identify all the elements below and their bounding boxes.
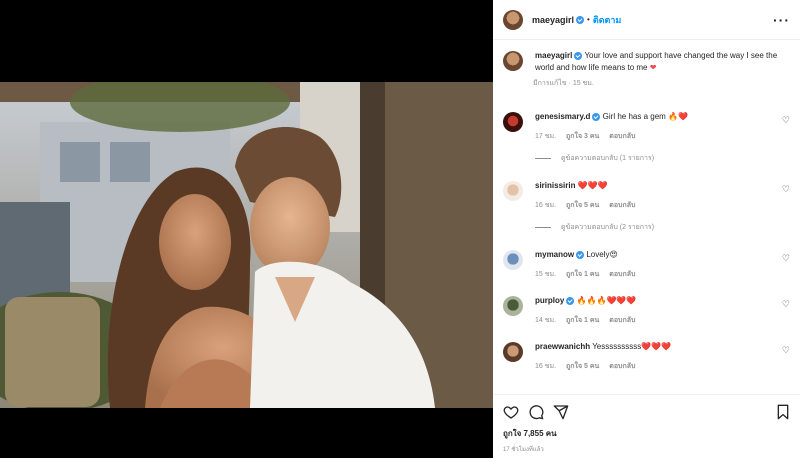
- comment-time[interactable]: 14 ชม.: [535, 315, 556, 327]
- heart-icon[interactable]: [503, 404, 519, 420]
- list-item: mymanow Lovely😍 15 ชม. ถูกใจ 1 คน ตอบกลั…: [503, 249, 790, 281]
- comment-time[interactable]: 17 ชม.: [535, 131, 556, 143]
- comment-icon[interactable]: [528, 404, 544, 420]
- reply-button[interactable]: ตอบกลับ: [609, 200, 635, 212]
- comment-likes[interactable]: ถูกใจ 3 คน: [566, 131, 599, 143]
- list-item: praewwanichh Yessssssssss❤️❤️❤️ 16 ชม. ถ…: [503, 341, 790, 373]
- reply-button[interactable]: ตอบกลับ: [609, 269, 635, 281]
- separator-dot: •: [587, 15, 590, 24]
- divider: [535, 158, 551, 159]
- like-comment-heart-icon[interactable]: ♡: [782, 184, 790, 195]
- avatar[interactable]: [503, 112, 523, 132]
- verified-badge-icon: [576, 250, 585, 259]
- avatar[interactable]: [503, 296, 523, 316]
- view-replies-button[interactable]: ดูข้อความตอบกลับ (2 รายการ): [535, 222, 790, 233]
- comment-time[interactable]: 15 ชม.: [535, 269, 556, 281]
- save-icon[interactable]: [776, 404, 790, 420]
- caption-username[interactable]: maeyagirl: [535, 51, 572, 60]
- reply-button[interactable]: ตอบกลับ: [609, 315, 635, 327]
- comment-likes[interactable]: ถูกใจ 1 คน: [566, 315, 599, 327]
- verified-badge-icon: [592, 112, 601, 121]
- list-item: purploy 🔥🔥🔥❤️❤️❤️ 14 ชม. ถูกใจ 1 คน ตอบก…: [503, 295, 790, 327]
- view-replies-label[interactable]: ดูข้อความตอบกลับ (2 รายการ): [561, 222, 654, 233]
- more-icon[interactable]: ···: [773, 12, 790, 28]
- comment-time[interactable]: 16 ชม.: [535, 361, 556, 373]
- comment-emoji: 😍: [609, 250, 618, 259]
- post-sidebar: maeyagirl • ติดตาม ··· maeyagirl Your lo…: [493, 0, 800, 458]
- author-username[interactable]: maeyagirl: [532, 15, 574, 25]
- avatar[interactable]: [503, 51, 523, 71]
- verified-badge-icon: [566, 296, 575, 305]
- comment-username[interactable]: genesismary.d: [535, 112, 590, 121]
- post-time[interactable]: 17 ชั่วโมงที่แล้ว: [503, 444, 790, 454]
- comment-username[interactable]: mymanow: [535, 250, 574, 259]
- avatar[interactable]: [503, 250, 523, 270]
- comment-text: Yessssssssss: [592, 342, 642, 351]
- like-comment-heart-icon[interactable]: ♡: [782, 253, 790, 264]
- comment-text: Girl he has a gem: [602, 112, 666, 121]
- avatar[interactable]: [503, 9, 523, 30]
- reply-button[interactable]: ตอบกลับ: [609, 131, 635, 143]
- list-item: genesismary.d Girl he has a gem 🔥❤️ 17 ช…: [503, 111, 790, 164]
- like-comment-heart-icon[interactable]: ♡: [782, 345, 790, 356]
- comment-username[interactable]: praewwanichh: [535, 342, 590, 351]
- post-media[interactable]: [0, 0, 493, 458]
- post-photo[interactable]: [0, 82, 493, 408]
- like-comment-heart-icon[interactable]: ♡: [782, 115, 790, 126]
- avatar[interactable]: [503, 342, 523, 362]
- follow-button[interactable]: ติดตาม: [593, 13, 622, 27]
- list-item: sirinissirin ❤️❤️❤️ 16 ชม. ถูกใจ 5 คน ตอ…: [503, 180, 790, 233]
- comment-likes[interactable]: ถูกใจ 5 คน: [566, 361, 599, 373]
- share-icon[interactable]: [553, 404, 569, 420]
- comment-emoji: 🔥❤️: [668, 112, 688, 121]
- like-count[interactable]: ถูกใจ 7,855 คน: [503, 427, 790, 440]
- caption-meta: มีการแก้ไข · 15 ชม.: [533, 80, 594, 87]
- caption: maeyagirl Your love and support have cha…: [503, 50, 790, 74]
- comment-time[interactable]: 16 ชม.: [535, 200, 556, 212]
- view-replies-button[interactable]: ดูข้อความตอบกลับ (1 รายการ): [535, 153, 790, 164]
- comments-list[interactable]: maeyagirl Your love and support have cha…: [493, 40, 800, 394]
- view-replies-label[interactable]: ดูข้อความตอบกลับ (1 รายการ): [561, 153, 654, 164]
- divider: [535, 227, 551, 228]
- comment-username[interactable]: purploy: [535, 296, 564, 305]
- comment-emoji: ❤️❤️❤️: [577, 181, 608, 190]
- verified-badge-icon: [576, 15, 585, 24]
- heart-emoji: ❤: [649, 63, 657, 72]
- comment-likes[interactable]: ถูกใจ 5 คน: [566, 200, 599, 212]
- like-comment-heart-icon[interactable]: ♡: [782, 299, 790, 310]
- comment-emoji: ❤️❤️❤️: [641, 342, 672, 351]
- comment-emoji: 🔥🔥🔥❤️❤️❤️: [576, 296, 637, 305]
- comment-likes[interactable]: ถูกใจ 1 คน: [566, 269, 599, 281]
- action-bar: ถูกใจ 7,855 คน 17 ชั่วโมงที่แล้ว: [493, 394, 800, 458]
- post-header: maeyagirl • ติดตาม ···: [493, 0, 800, 40]
- verified-badge-icon: [574, 51, 583, 60]
- comment-username[interactable]: sirinissirin: [535, 181, 575, 190]
- comment-text: Lovely: [586, 250, 610, 259]
- instagram-post-window: maeyagirl • ติดตาม ··· maeyagirl Your lo…: [0, 0, 800, 458]
- reply-button[interactable]: ตอบกลับ: [609, 361, 635, 373]
- avatar[interactable]: [503, 181, 523, 201]
